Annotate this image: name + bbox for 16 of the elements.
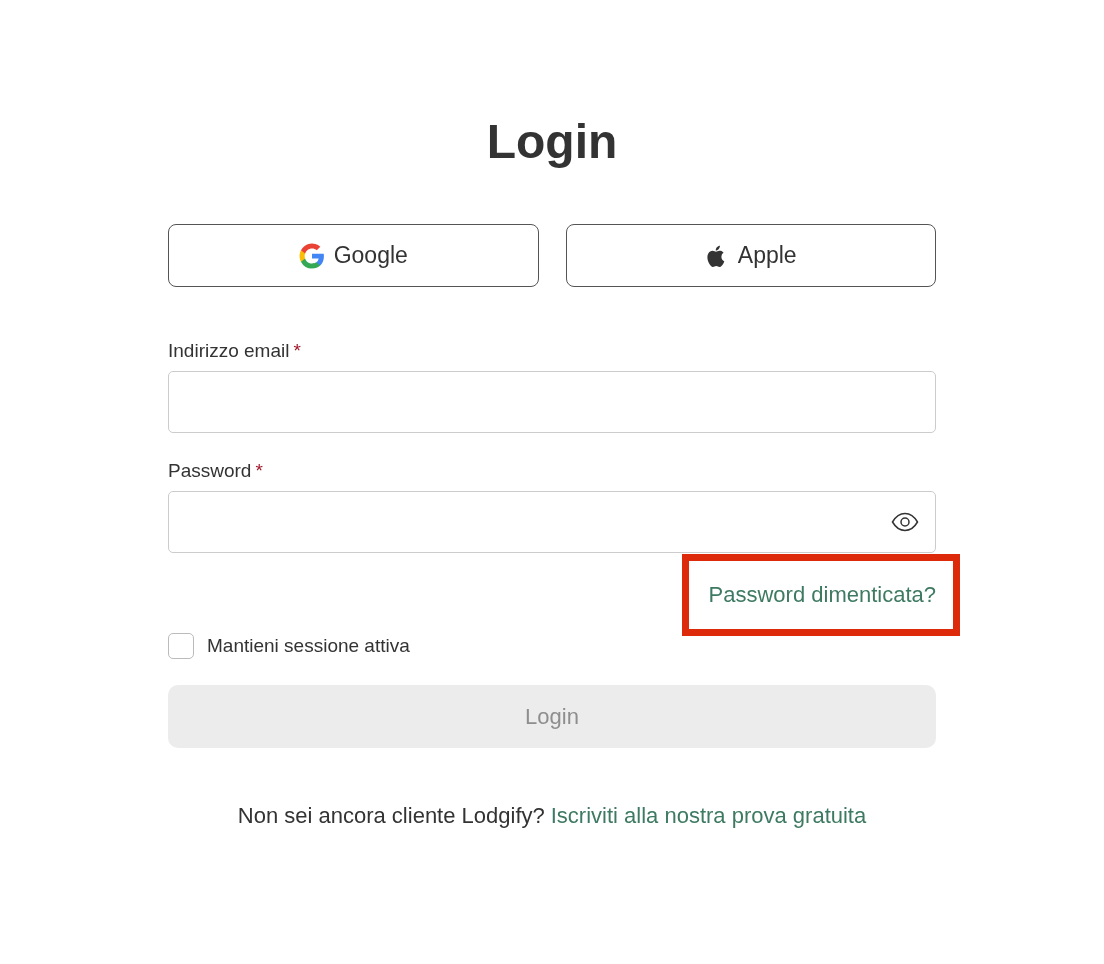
apple-button[interactable]: Apple [565, 224, 936, 287]
page-title: Login [485, 114, 619, 170]
field-label: Password [168, 459, 252, 483]
password-field[interactable] [168, 491, 936, 553]
signup-prompt: Non sei ancora cliente Lodgify? [237, 803, 545, 829]
field-label: Indirizzo email [168, 339, 290, 363]
email-field[interactable] [168, 371, 936, 433]
required-mark: * [255, 459, 263, 483]
remember-checkbox[interactable] [168, 633, 194, 659]
google-button[interactable]: Google [168, 224, 539, 287]
forgot-password-link[interactable]: Password dimenticata? [708, 581, 936, 609]
required-mark: * [293, 339, 301, 363]
g-logo-icon [298, 242, 325, 269]
eye-icon[interactable] [891, 512, 919, 532]
signup-link[interactable]: Iscriviti alla nostra prova gratuita [550, 803, 867, 829]
checkbox-label: Mantieni sessione attiva [207, 635, 410, 657]
